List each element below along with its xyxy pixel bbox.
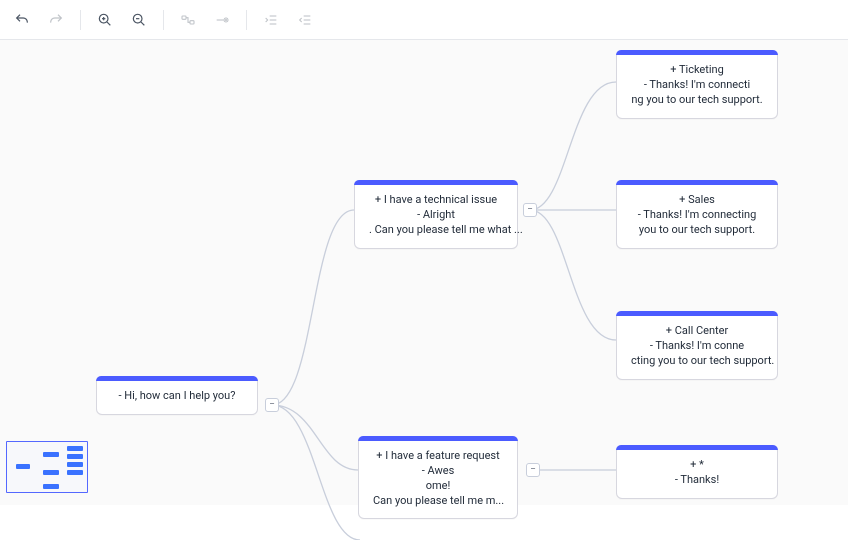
node-root[interactable]: - Hi, how can I help you? [96,376,258,415]
node-text: - Alright [369,208,503,223]
indent-button[interactable] [255,4,287,36]
node-text: you to our tech support. [631,223,763,238]
zoom-in-button[interactable] [89,4,121,36]
redo-icon [48,12,64,28]
node-text: + Sales [631,193,763,208]
undo-icon [14,12,30,28]
minimap-block [43,452,59,457]
indent-icon [263,12,279,28]
separator [163,10,164,30]
minimap[interactable] [6,441,88,493]
node-text: - Thanks! I'm connecting [631,208,763,223]
minimap-block [67,454,83,459]
toggle-root[interactable]: − [265,398,279,412]
node-text: ng you to our tech support. [631,93,763,108]
minimap-block [43,470,59,475]
add-sibling-icon [214,12,230,28]
separator [80,10,81,30]
node-text: . Can you please tell me what ... [369,223,503,238]
minimap-block [67,462,83,467]
outdent-button[interactable] [289,4,321,36]
node-text: + I have a feature request [373,449,503,464]
node-text: + I have a technical issue [369,193,503,208]
toolbar [0,0,848,40]
node-star[interactable]: + * - Thanks! [616,445,778,499]
node-text: - Awes [373,464,503,479]
add-child-icon [180,12,196,28]
toggle-feature-request[interactable]: − [526,463,540,477]
node-text: + Call Center [631,324,763,339]
zoom-out-icon [131,12,147,28]
outdent-icon [297,12,313,28]
node-technical-issue[interactable]: + I have a technical issue - Alright . C… [354,180,518,249]
node-ticketing[interactable]: + Ticketing - Thanks! I'm connecti ng yo… [616,50,778,119]
minimap-block [16,464,30,469]
node-text: + Ticketing [631,63,763,78]
node-text: - Thanks! I'm connecti [631,78,763,93]
redo-button[interactable] [40,4,72,36]
toggle-technical-issue[interactable]: − [523,203,537,217]
node-text: - Thanks! I'm conne [631,339,763,354]
node-text: ome! [373,479,503,494]
separator [246,10,247,30]
zoom-in-icon [97,12,113,28]
minimap-block [67,446,83,451]
add-child-button[interactable] [172,4,204,36]
mindmap-canvas[interactable]: - Hi, how can I help you? − + I have a t… [0,40,848,505]
node-text: + * [631,458,763,473]
node-feature-request[interactable]: + I have a feature request - Awes ome! C… [358,436,518,519]
undo-button[interactable] [6,4,38,36]
minimap-block [43,484,59,489]
add-sibling-button[interactable] [206,4,238,36]
node-text: cting you to our tech support. [631,354,763,369]
zoom-out-button[interactable] [123,4,155,36]
minimap-block [67,470,83,475]
node-text: - Hi, how can I help you? [111,389,243,404]
node-text: Can you please tell me m... [373,494,503,509]
node-call-center[interactable]: + Call Center - Thanks! I'm conne cting … [616,311,778,380]
node-sales[interactable]: + Sales - Thanks! I'm connecting you to … [616,180,778,249]
node-text: - Thanks! [631,473,763,488]
